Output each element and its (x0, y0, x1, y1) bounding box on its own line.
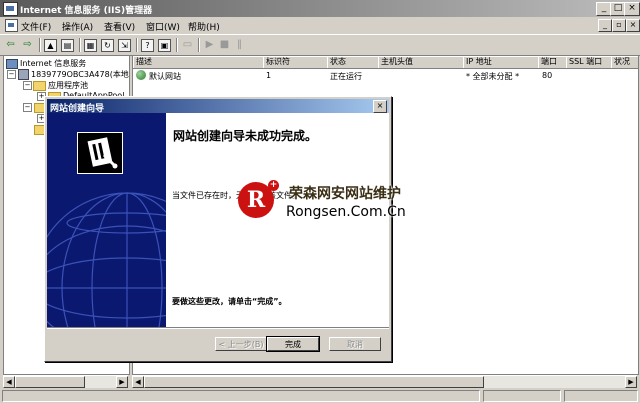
properties-icon[interactable]: ▦ (84, 39, 97, 52)
toolbar-separator (176, 38, 178, 52)
show-tree-icon[interactable]: ▤ (61, 39, 74, 52)
status-panel (564, 390, 638, 402)
refresh-icon[interactable]: ↻ (101, 39, 114, 52)
col-port[interactable]: 端口 (538, 56, 567, 69)
expand-minus-icon[interactable]: − (7, 70, 16, 79)
dialog-title-bar[interactable]: 网站创建向导 × (47, 99, 389, 114)
logo-plus-icon: + (268, 180, 279, 191)
help-icon[interactable]: ? (141, 39, 154, 52)
menu-action[interactable]: 操作(A) (62, 20, 93, 33)
col-host-header[interactable]: 主机头值 (378, 56, 464, 69)
scroll-thumb[interactable] (144, 376, 484, 388)
console-menu-icon[interactable] (5, 19, 18, 32)
finish-button[interactable]: 完成 (266, 336, 320, 352)
col-identifier[interactable]: 标识符 (263, 56, 328, 69)
website-globe-icon (136, 70, 146, 80)
child-restore-button[interactable]: ▫ (612, 19, 626, 32)
wizard-heading: 网站创建向导未成功完成。 (173, 129, 318, 143)
menu-window[interactable]: 窗口(W) (146, 20, 180, 33)
list-horizontal-scrollbar[interactable]: ◀ ▶ (132, 375, 637, 388)
forward-arrow-icon[interactable]: ⇨ (21, 38, 34, 51)
toolbar: ⇦ ⇨ ▲ ▤ ▦ ↻ ⇲ ? ▣ ▭ ▶ ■ ‖ (0, 34, 640, 56)
tree-horizontal-scrollbar[interactable]: ◀ ▶ (3, 375, 128, 388)
wizard-error-message: 当文件已存在时，无法创建该文件。 (172, 191, 300, 200)
row-status: 正在运行 (330, 72, 362, 81)
scroll-left-button[interactable]: ◀ (3, 376, 15, 388)
menu-file[interactable]: 文件(F) (21, 20, 51, 33)
computer-icon[interactable]: ▭ (181, 38, 194, 51)
export-icon[interactable]: ⇲ (118, 39, 131, 52)
website-wizard-dialog: 网站创建向导 × 网站创建向导未成功完成。 当文件已存在时，无法创建该文件。 要… (44, 96, 392, 362)
title-bar: Internet 信息服务 (IIS)管理器 _ □ × (0, 0, 640, 17)
wizard-tool-icon (77, 132, 123, 174)
back-arrow-icon[interactable]: ⇦ (4, 38, 17, 51)
wizard-side-banner (47, 113, 166, 327)
watermark-chinese-text: 荣森网安网站维护 (289, 186, 401, 202)
expand-minus-icon[interactable]: − (23, 81, 32, 90)
scroll-right-button[interactable]: ▶ (116, 376, 128, 388)
expand-minus-icon[interactable]: − (23, 103, 32, 112)
menu-bar: 文件(F) 操作(A) 查看(V) 窗口(W) 帮助(H) (0, 17, 640, 34)
pause-icon[interactable]: ‖ (233, 38, 246, 51)
close-button[interactable]: × (624, 2, 640, 16)
toolbar-separator (39, 38, 41, 52)
tree-app-pools-label: 应用程序池 (48, 81, 88, 90)
status-bar (0, 389, 640, 403)
menu-help[interactable]: 帮助(H) (188, 20, 220, 33)
scroll-left-button[interactable]: ◀ (132, 376, 144, 388)
scroll-thumb[interactable] (15, 376, 85, 388)
play-icon[interactable]: ▶ (203, 38, 216, 51)
child-minimize-button[interactable]: _ (598, 19, 612, 32)
wizard-content: 网站创建向导未成功完成。 当文件已存在时，无法创建该文件。 要做这些更改，请单击… (166, 113, 389, 327)
wizard-finish-note: 要做这些更改，请单击“完成”。 (172, 297, 287, 306)
folder-icon (33, 81, 46, 91)
col-ip-address[interactable]: IP 地址 (463, 56, 539, 69)
toolbar-separator (198, 38, 200, 52)
col-ssl-port[interactable]: SSL 端口 (566, 56, 612, 69)
window-title: Internet 信息服务 (IIS)管理器 (20, 6, 153, 16)
back-button[interactable]: < 上一步(B) (215, 337, 267, 351)
status-panel (2, 390, 480, 402)
tree-server-label: 1839779OBC3A478(本地计 (31, 70, 130, 79)
watermark-url-text: Rongsen.Com.Cn (286, 204, 406, 220)
row-ip-address: * 全部未分配 * (466, 72, 520, 81)
dialog-separator (47, 327, 389, 329)
server-icon (18, 69, 29, 80)
dialog-close-button[interactable]: × (373, 100, 387, 113)
cancel-button[interactable]: 取消 (329, 337, 381, 351)
console-view-icon[interactable]: ▣ (158, 39, 171, 52)
toolbar-separator (136, 38, 138, 52)
iis-root-icon (6, 59, 18, 69)
row-description: 默认网站 (149, 72, 181, 81)
row-identifier: 1 (266, 71, 272, 80)
up-folder-icon[interactable]: ▲ (44, 39, 57, 52)
menu-view[interactable]: 查看(V) (104, 20, 135, 33)
row-port: 80 (542, 71, 553, 80)
status-panel (483, 390, 561, 402)
stop-icon[interactable]: ■ (218, 38, 231, 51)
toolbar-separator (79, 38, 81, 52)
scroll-right-button[interactable]: ▶ (625, 376, 637, 388)
iis-app-icon (3, 2, 18, 16)
col-status[interactable]: 状态 (327, 56, 379, 69)
child-close-button[interactable]: × (626, 19, 640, 32)
tree-root-label: Internet 信息服务 (20, 59, 87, 68)
col-condition[interactable]: 状况 (611, 56, 638, 69)
col-description[interactable]: 描述 (133, 56, 264, 69)
